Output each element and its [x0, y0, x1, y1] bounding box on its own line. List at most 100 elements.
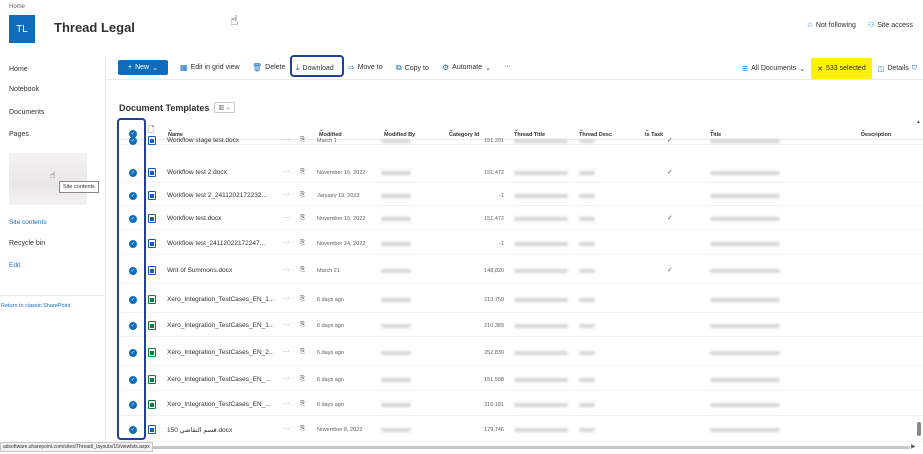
file-name-link[interactable]: Writ of Summons.docx [167, 267, 232, 274]
horizontal-scrollbar[interactable] [150, 446, 910, 449]
share-icon[interactable]: ⎘ [300, 168, 305, 176]
more-actions-icon[interactable]: ··· [283, 348, 290, 355]
col-thread-title[interactable]: Thread Title ⌄ [514, 127, 545, 138]
follow-button[interactable]: ☆ Not following [807, 21, 856, 30]
redacted-cell [514, 139, 568, 143]
file-name-link[interactable]: 150 قسم التقاضي.docx [167, 426, 232, 434]
file-name-link[interactable]: Xero_Integration_TestCases_EN_... [167, 401, 271, 408]
col-category-id[interactable]: Category Id ⌄ [449, 127, 479, 138]
modified-date: 6 days ago [317, 297, 344, 303]
details-pane-button[interactable]: ◫ Details ⛉ [872, 65, 923, 73]
edit-grid-button[interactable]: ▦ Edit in grid view [180, 63, 240, 72]
nav-item-documents[interactable]: Documents [9, 109, 44, 116]
file-name-link[interactable]: Xero_Integration_TestCases_EN_1... [167, 322, 274, 329]
share-icon[interactable]: ⎘ [300, 400, 305, 408]
table-row[interactable]: ✓ Xero_Integration_TestCases_EN_... ··· ⎘ 6 … [117, 391, 923, 416]
table-row[interactable]: ✓ Workflow stage test.docx ··· ⎘ March 1 151,… [117, 135, 923, 145]
modified-date: November 8, 2022 [317, 427, 363, 433]
table-row[interactable]: ✓ Writ of Summons.docx ··· ⎘ March 21 148,820… [117, 255, 923, 284]
more-actions-icon[interactable]: ··· [283, 214, 290, 221]
nav-edit-link[interactable]: Edit [9, 262, 20, 269]
library-name[interactable]: Document Templates [119, 103, 209, 113]
table-row[interactable]: ✓ Workflow test 2_2411202172232... ··· ⎘ Jan… [117, 183, 923, 206]
share-icon[interactable]: ⎘ [300, 214, 305, 222]
modified-date: 6 days ago [317, 402, 344, 408]
overflow-button[interactable]: ··· [504, 63, 511, 70]
scroll-right-arrow-icon[interactable]: ▶ [911, 443, 916, 450]
more-actions-icon[interactable]: ··· [283, 191, 290, 198]
automate-button[interactable]: ⚙ Automate ⌄ [442, 63, 491, 72]
table-row[interactable]: ✓ Xero_Integration_TestCases_EN_... ··· ⎘ 6 … [117, 366, 923, 391]
move-to-button[interactable]: ⇨ Move to [348, 63, 383, 72]
return-classic-link[interactable]: Return to classic SharePoint [1, 303, 70, 309]
modified-date: November 10, 2022 [317, 170, 366, 176]
delete-button[interactable]: 🗑 Delete [252, 63, 285, 72]
more-actions-icon[interactable]: ··· [283, 295, 290, 302]
table-row[interactable]: ✓ Workflow test_24112022172247... ··· ⎘ Nove… [117, 230, 923, 255]
share-icon[interactable]: ⎘ [300, 136, 305, 144]
site-logo[interactable]: TL [9, 15, 35, 43]
nav-item-notebook[interactable]: Notebook [9, 86, 39, 93]
nav-item-home[interactable]: Home [9, 66, 28, 73]
nav-item-recycle-bin[interactable]: Recycle bin [9, 240, 45, 247]
redacted-cell [579, 171, 595, 175]
funnel-icon[interactable]: ⛉ [912, 65, 917, 73]
table-row[interactable]: ✓ Workflow test 2.docx ··· ⎘ November 10, 20… [117, 160, 923, 183]
share-icon[interactable]: ⎘ [300, 295, 305, 303]
site-access-button[interactable]: ⚇ Site access [868, 21, 913, 30]
col-modified-by[interactable]: Modified By ⌄ [384, 127, 415, 138]
file-name-link[interactable]: Workflow stage test.docx [167, 137, 239, 144]
redacted-cell [381, 171, 411, 175]
col-title[interactable]: Title ⌄ [710, 127, 721, 138]
category-id-value: 151,508 [484, 377, 504, 383]
more-actions-icon[interactable]: ··· [283, 321, 290, 328]
file-name-link[interactable]: Workflow test 2_2411202172232... [167, 192, 267, 199]
breadcrumb-home[interactable]: Home [9, 4, 25, 10]
col-thread-desc[interactable]: Thread Desc ⌄ [579, 127, 612, 138]
site-title[interactable]: Thread Legal [54, 20, 135, 35]
table-row[interactable]: ✓ 150 قسم التقاضي.docx ··· ⎘ November 8, 202… [117, 416, 923, 442]
file-name-link[interactable]: Xero_Integration_TestCases_EN_1... [167, 296, 274, 303]
more-actions-icon[interactable]: ··· [283, 375, 290, 382]
category-id-value: -1 [499, 241, 504, 247]
col-description[interactable]: Description ⌄ [861, 127, 891, 138]
redacted-cell [514, 428, 568, 432]
scrollbar-thumb[interactable] [917, 422, 921, 436]
nav-item-site-contents[interactable]: Site contents [9, 219, 47, 226]
nav-item-pages[interactable]: Pages [9, 131, 29, 138]
file-name-link[interactable]: Workflow test 2.docx [167, 169, 227, 176]
library-options-button[interactable]: ▥ ⌄ [214, 102, 235, 113]
share-icon[interactable]: ⎘ [300, 266, 305, 274]
file-name-link[interactable]: Xero_Integration_TestCases_EN_2... [167, 349, 274, 356]
share-icon[interactable]: ⎘ [300, 321, 305, 329]
more-actions-icon[interactable]: ··· [283, 266, 290, 273]
selection-count-button[interactable]: ✕ 533 selected [811, 58, 872, 79]
share-icon[interactable]: ⎘ [300, 239, 305, 247]
vertical-scrollbar[interactable] [917, 122, 922, 442]
col-name[interactable]: Name ⌄ [168, 127, 183, 138]
file-name-link[interactable]: Workflow test_24112022172247... [167, 240, 265, 247]
command-bar-right: ☰ All Documents ⌄ ✕ 533 selected ◫ Detai… [736, 58, 923, 79]
more-actions-icon[interactable]: ··· [283, 239, 290, 246]
copy-to-button[interactable]: ⧉ Copy to [396, 63, 429, 73]
file-name-link[interactable]: Workflow test.docx [167, 215, 221, 222]
more-actions-icon[interactable]: ··· [283, 400, 290, 407]
share-icon[interactable]: ⎘ [300, 191, 305, 199]
col-modified[interactable]: Modified ⌄ [319, 127, 342, 138]
modified-date: November 24, 2022 [317, 241, 366, 247]
share-icon[interactable]: ⎘ [300, 375, 305, 383]
more-actions-icon[interactable]: ··· [283, 136, 290, 143]
table-row[interactable]: ✓ Xero_Integration_TestCases_EN_1... ··· ⎘ 6… [117, 313, 923, 337]
table-row[interactable]: ✓ Workflow test.docx ··· ⎘ November 10, 2022… [117, 206, 923, 230]
table-row[interactable]: ✓ Xero_Integration_TestCases_EN_2... ··· ⎘ 6… [117, 337, 923, 366]
more-actions-icon[interactable]: ··· [283, 168, 290, 175]
more-actions-icon[interactable]: ··· [283, 425, 290, 432]
col-is-task[interactable]: Is Task ⌄ [645, 127, 663, 138]
view-switcher[interactable]: ☰ All Documents ⌄ [736, 65, 811, 73]
share-icon[interactable]: ⎘ [300, 348, 305, 356]
share-icon[interactable]: ⎘ [300, 425, 305, 433]
new-button[interactable]: + New ⌄ [118, 60, 168, 75]
table-row[interactable]: ✓ Xero_Integration_TestCases_EN_1... ··· ⎘ 6… [117, 284, 923, 313]
redacted-cell [381, 378, 411, 382]
file-name-link[interactable]: Xero_Integration_TestCases_EN_... [167, 376, 271, 383]
